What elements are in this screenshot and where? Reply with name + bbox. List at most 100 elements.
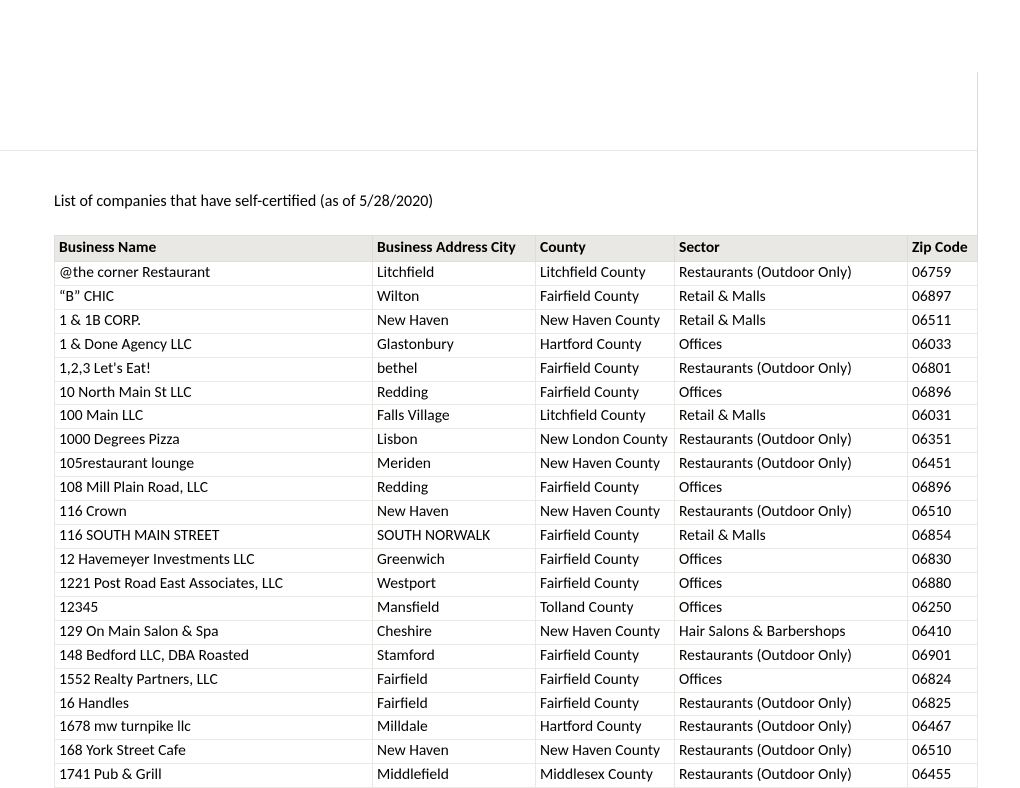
col-header-sector: Sector xyxy=(675,236,908,262)
table-row: 1221 Post Road East Associates, LLCWestp… xyxy=(55,572,978,596)
cell-zip: 06510 xyxy=(908,501,978,525)
cell-county: Fairfield County xyxy=(536,644,675,668)
cell-zip: 06410 xyxy=(908,620,978,644)
cell-name: 1 & 1B CORP. xyxy=(55,309,373,333)
page-title: List of companies that have self-certifi… xyxy=(54,192,978,211)
cell-sector: Restaurants (Outdoor Only) xyxy=(675,692,908,716)
cell-name: 105restaurant lounge xyxy=(55,453,373,477)
cell-name: 1,2,3 Let's Eat! xyxy=(55,357,373,381)
cell-name: 116 Crown xyxy=(55,501,373,525)
cell-county: Fairfield County xyxy=(536,692,675,716)
cell-zip: 06896 xyxy=(908,477,978,501)
table-row: 168 York Street CafeNew HavenNew Haven C… xyxy=(55,740,978,764)
cell-sector: Restaurants (Outdoor Only) xyxy=(675,740,908,764)
table-row: 1741 Pub & GrillMiddlefieldMiddlesex Cou… xyxy=(55,764,978,788)
cell-city: Falls Village xyxy=(373,405,536,429)
cell-county: New Haven County xyxy=(536,309,675,333)
cell-name: 1552 Realty Partners, LLC xyxy=(55,668,373,692)
table-header: Business Name Business Address City Coun… xyxy=(55,236,978,262)
cell-county: Fairfield County xyxy=(536,285,675,309)
cell-zip: 06759 xyxy=(908,261,978,285)
cell-county: Fairfield County xyxy=(536,477,675,501)
cell-zip: 06250 xyxy=(908,596,978,620)
cell-zip: 06824 xyxy=(908,668,978,692)
cell-zip: 06880 xyxy=(908,572,978,596)
cell-city: Redding xyxy=(373,477,536,501)
col-header-county: County xyxy=(536,236,675,262)
cell-sector: Restaurants (Outdoor Only) xyxy=(675,764,908,788)
cell-sector: Restaurants (Outdoor Only) xyxy=(675,357,908,381)
cell-zip: 06801 xyxy=(908,357,978,381)
cell-city: Lisbon xyxy=(373,429,536,453)
cell-sector: Restaurants (Outdoor Only) xyxy=(675,429,908,453)
cell-city: bethel xyxy=(373,357,536,381)
cell-zip: 06351 xyxy=(908,429,978,453)
cell-zip: 06510 xyxy=(908,740,978,764)
table-row: 10 North Main St LLCReddingFairfield Cou… xyxy=(55,381,978,405)
cell-name: “B” CHIC xyxy=(55,285,373,309)
cell-city: Fairfield xyxy=(373,692,536,716)
cell-city: Meriden xyxy=(373,453,536,477)
cell-sector: Offices xyxy=(675,572,908,596)
cell-name: 1000 Degrees Pizza xyxy=(55,429,373,453)
cell-city: Litchfield xyxy=(373,261,536,285)
table-row: 105restaurant loungeMeridenNew Haven Cou… xyxy=(55,453,978,477)
cell-name: 129 On Main Salon & Spa xyxy=(55,620,373,644)
table-row: 1552 Realty Partners, LLCFairfieldFairfi… xyxy=(55,668,978,692)
cell-county: Hartford County xyxy=(536,716,675,740)
cell-sector: Offices xyxy=(675,381,908,405)
cell-zip: 06511 xyxy=(908,309,978,333)
cell-zip: 06031 xyxy=(908,405,978,429)
cell-sector: Restaurants (Outdoor Only) xyxy=(675,453,908,477)
cell-zip: 06896 xyxy=(908,381,978,405)
cell-sector: Restaurants (Outdoor Only) xyxy=(675,501,908,525)
cell-city: Cheshire xyxy=(373,620,536,644)
cell-zip: 06455 xyxy=(908,764,978,788)
col-header-city: Business Address City xyxy=(373,236,536,262)
cell-county: New Haven County xyxy=(536,501,675,525)
cell-name: 1741 Pub & Grill xyxy=(55,764,373,788)
cell-county: Fairfield County xyxy=(536,525,675,549)
col-header-name: Business Name xyxy=(55,236,373,262)
cell-city: Wilton xyxy=(373,285,536,309)
cell-name: @the corner Restaurant xyxy=(55,261,373,285)
cell-zip: 06467 xyxy=(908,716,978,740)
table-row: 1000 Degrees PizzaLisbonNew London Count… xyxy=(55,429,978,453)
table-row: 1 & 1B CORP.New HavenNew Haven CountyRet… xyxy=(55,309,978,333)
col-header-zip: Zip Code xyxy=(908,236,978,262)
cell-zip: 06451 xyxy=(908,453,978,477)
cell-city: Mansfield xyxy=(373,596,536,620)
cell-city: Fairfield xyxy=(373,668,536,692)
cell-zip: 06897 xyxy=(908,285,978,309)
cell-city: New Haven xyxy=(373,501,536,525)
cell-county: Fairfield County xyxy=(536,548,675,572)
table-row: 148 Bedford LLC, DBA RoastedStamfordFair… xyxy=(55,644,978,668)
content-area: List of companies that have self-certifi… xyxy=(54,192,978,788)
cell-zip: 06830 xyxy=(908,548,978,572)
table-row: “B” CHICWiltonFairfield CountyRetail & M… xyxy=(55,285,978,309)
cell-sector: Retail & Malls xyxy=(675,285,908,309)
cell-name: 1221 Post Road East Associates, LLC xyxy=(55,572,373,596)
cell-name: 100 Main LLC xyxy=(55,405,373,429)
cell-sector: Restaurants (Outdoor Only) xyxy=(675,644,908,668)
cell-name: 148 Bedford LLC, DBA Roasted xyxy=(55,644,373,668)
cell-county: Litchfield County xyxy=(536,405,675,429)
cell-county: Fairfield County xyxy=(536,572,675,596)
cell-zip: 06033 xyxy=(908,333,978,357)
table-row: 129 On Main Salon & SpaCheshireNew Haven… xyxy=(55,620,978,644)
cell-sector: Offices xyxy=(675,477,908,501)
cell-county: Litchfield County xyxy=(536,261,675,285)
cell-sector: Offices xyxy=(675,668,908,692)
cell-city: Milldale xyxy=(373,716,536,740)
cell-city: New Haven xyxy=(373,309,536,333)
cell-zip: 06825 xyxy=(908,692,978,716)
cell-sector: Offices xyxy=(675,596,908,620)
cell-county: Hartford County xyxy=(536,333,675,357)
cell-name: 1678 mw turnpike llc xyxy=(55,716,373,740)
cell-city: Greenwich xyxy=(373,548,536,572)
cell-county: New Haven County xyxy=(536,740,675,764)
table-row: @the corner RestaurantLitchfieldLitchfie… xyxy=(55,261,978,285)
cell-name: 16 Handles xyxy=(55,692,373,716)
cell-city: Glastonbury xyxy=(373,333,536,357)
cell-county: New Haven County xyxy=(536,453,675,477)
